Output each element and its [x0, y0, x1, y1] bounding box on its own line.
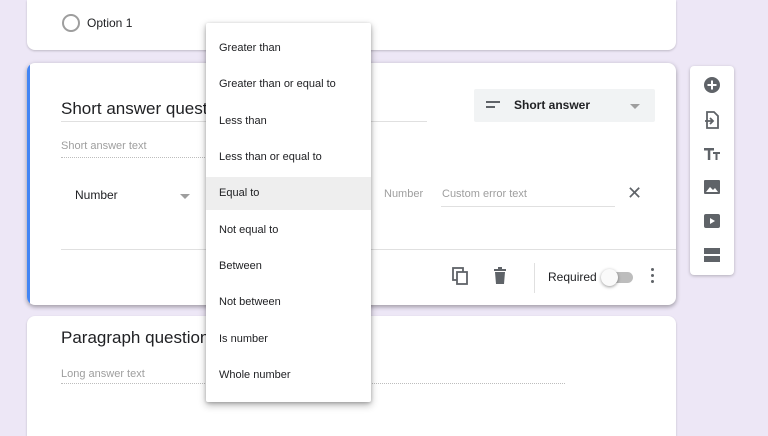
add-question-icon[interactable]	[702, 75, 722, 95]
required-label: Required	[548, 270, 597, 284]
number-field[interactable]: Number	[384, 188, 423, 200]
question-type-label: Short answer	[514, 98, 591, 112]
menu-item-not-between[interactable]: Not between	[206, 286, 371, 319]
more-options-icon[interactable]	[651, 268, 655, 286]
custom-error-underline	[441, 206, 615, 207]
import-questions-icon[interactable]	[702, 110, 722, 130]
add-title-icon[interactable]	[702, 144, 722, 164]
option-label[interactable]: Option 1	[87, 16, 132, 30]
validation-type-label: Number	[75, 188, 118, 202]
trash-icon[interactable]	[490, 266, 510, 286]
custom-error-field[interactable]: Custom error text	[442, 188, 527, 200]
close-icon[interactable]: ✕	[627, 184, 642, 202]
add-section-icon[interactable]	[702, 245, 722, 265]
active-accent-bar	[27, 63, 30, 305]
menu-item-not-equal-to[interactable]: Not equal to	[206, 214, 371, 247]
menu-item-equal-to[interactable]: Equal to	[206, 177, 371, 210]
chevron-down-icon	[630, 104, 640, 109]
validation-condition-menu: Greater than Greater than or equal to Le…	[206, 23, 371, 402]
short-answer-icon	[486, 101, 500, 111]
chevron-down-icon	[180, 194, 190, 199]
add-image-icon[interactable]	[702, 177, 722, 197]
menu-item-greater-than-or-equal[interactable]: Greater than or equal to	[206, 68, 371, 101]
duplicate-icon[interactable]	[450, 266, 470, 286]
add-video-icon[interactable]	[702, 211, 722, 231]
menu-item-whole-number[interactable]: Whole number	[206, 359, 371, 392]
radio-button[interactable]	[62, 14, 80, 32]
menu-item-greater-than[interactable]: Greater than	[206, 32, 371, 65]
footer-separator	[534, 263, 535, 293]
required-toggle[interactable]	[601, 269, 618, 286]
long-answer-placeholder: Long answer text	[61, 368, 145, 380]
menu-item-is-number[interactable]: Is number	[206, 323, 371, 356]
menu-item-between[interactable]: Between	[206, 250, 371, 283]
paragraph-question-title[interactable]: Paragraph question	[61, 328, 209, 348]
question-type-select[interactable]: Short answer	[474, 89, 655, 122]
answer-placeholder: Short answer text	[61, 140, 147, 152]
question-title[interactable]: Short answer question	[61, 99, 230, 119]
menu-item-less-than[interactable]: Less than	[206, 105, 371, 138]
side-toolbar	[690, 66, 734, 275]
menu-item-less-than-or-equal[interactable]: Less than or equal to	[206, 141, 371, 174]
answer-underline	[61, 157, 211, 158]
